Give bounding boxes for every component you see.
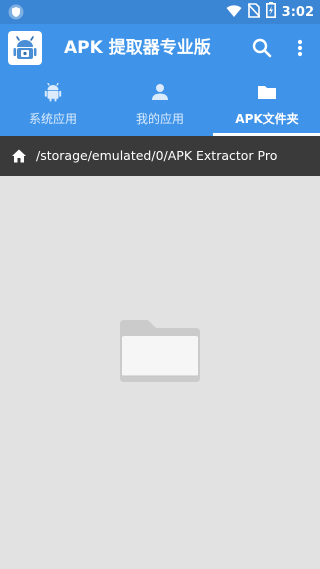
app-title: APK 提取器专业版	[64, 38, 211, 58]
more-vert-icon[interactable]	[290, 36, 310, 60]
tab-label: 系统应用	[28, 112, 77, 126]
folder-icon	[257, 82, 277, 102]
status-time: 3:02	[281, 4, 314, 20]
tab-bar: 系统应用 我的应用 APK文件夹	[0, 72, 320, 136]
no-sim-icon	[247, 2, 261, 22]
file-list-area	[0, 176, 320, 569]
tab-label: 我的应用	[135, 112, 184, 126]
shield-icon	[8, 4, 24, 20]
battery-charging-icon	[265, 2, 276, 22]
status-bar: 3:02	[0, 0, 320, 24]
app-bar: APK 提取器专业版	[0, 24, 320, 72]
tab-my-apps[interactable]: 我的应用	[107, 72, 213, 136]
wifi-icon	[226, 3, 242, 22]
tab-system-apps[interactable]: 系统应用	[0, 72, 106, 136]
person-icon	[150, 82, 170, 102]
search-icon[interactable]	[250, 36, 274, 60]
app-logo	[8, 31, 42, 65]
android-icon	[43, 82, 63, 102]
path-bar: /storage/emulated/0/APK Extractor Pro	[0, 136, 320, 176]
tab-label: APK文件夹	[235, 112, 299, 126]
home-icon[interactable]	[11, 148, 27, 164]
current-path: /storage/emulated/0/APK Extractor Pro	[36, 148, 278, 163]
tab-apk-folder[interactable]: APK文件夹	[214, 72, 320, 136]
empty-folder-icon	[114, 316, 206, 388]
